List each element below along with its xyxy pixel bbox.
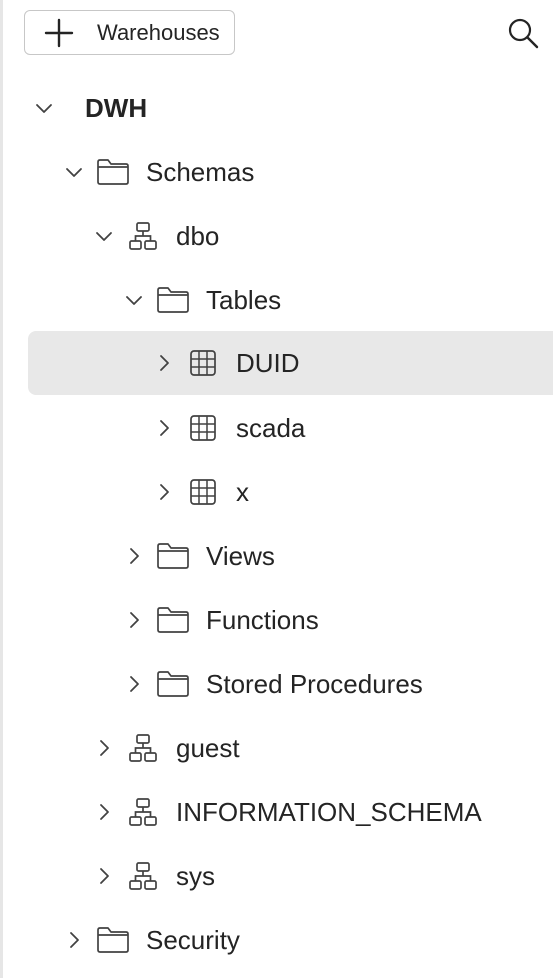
tree-item-schema-guest[interactable]: guest xyxy=(28,716,553,780)
schema-icon xyxy=(126,731,160,765)
tree-item-label: Security xyxy=(146,925,240,955)
tree-item-schemas[interactable]: Schemas xyxy=(28,140,553,204)
tree-item-label: scada xyxy=(236,413,306,443)
tree-item-label: Tables xyxy=(206,285,282,315)
chevron-down-icon[interactable] xyxy=(124,290,144,310)
chevron-right-icon[interactable] xyxy=(124,674,144,694)
folder-icon xyxy=(96,923,130,957)
add-warehouses-label: Warehouses xyxy=(97,19,220,45)
tree-item-label: INFORMATION_SCHEMA xyxy=(176,797,482,827)
object-explorer-panel: Warehouses DWH Schemas dbo Tables DUID s… xyxy=(0,0,553,978)
tree-item-table-duid[interactable]: DUID xyxy=(28,331,553,395)
table-icon xyxy=(186,411,220,445)
tree-item-label: x xyxy=(236,477,249,507)
tree-item-label: DUID xyxy=(236,348,300,378)
chevron-right-icon[interactable] xyxy=(94,738,114,758)
chevron-right-icon[interactable] xyxy=(94,802,114,822)
tree-item-schema-sys[interactable]: sys xyxy=(28,844,553,908)
chevron-down-icon[interactable] xyxy=(64,162,84,182)
tree-item-label: sys xyxy=(176,861,215,891)
folder-icon xyxy=(156,603,190,637)
folder-icon xyxy=(156,539,190,573)
tree-item-label: DWH xyxy=(85,93,148,123)
schema-icon xyxy=(126,795,160,829)
tree-item-schema-dbo[interactable]: dbo xyxy=(28,204,553,268)
tree-item-tables[interactable]: Tables xyxy=(28,268,553,332)
table-icon xyxy=(186,346,220,380)
tree-item-label: Stored Procedures xyxy=(206,669,423,699)
tree-item-table-scada[interactable]: scada xyxy=(28,396,553,460)
tree-item-label: Views xyxy=(206,541,275,571)
schema-icon xyxy=(126,859,160,893)
chevron-right-icon[interactable] xyxy=(124,610,144,630)
chevron-right-icon[interactable] xyxy=(124,546,144,566)
tree-item-stored-procedures[interactable]: Stored Procedures xyxy=(28,652,553,716)
folder-icon xyxy=(156,667,190,701)
chevron-right-icon[interactable] xyxy=(154,482,174,502)
add-warehouses-button[interactable]: Warehouses xyxy=(24,10,235,55)
tree-item-label: dbo xyxy=(176,221,220,251)
tree-item-label: Functions xyxy=(206,605,319,635)
table-icon xyxy=(186,475,220,509)
tree-item-dwh[interactable]: DWH xyxy=(28,76,553,140)
tree-item-label: guest xyxy=(176,733,240,763)
plus-icon xyxy=(43,17,75,49)
chevron-right-icon[interactable] xyxy=(154,418,174,438)
tree-item-security[interactable]: Security xyxy=(28,908,553,972)
chevron-down-icon[interactable] xyxy=(34,98,54,118)
tree-item-schema-information-schema[interactable]: INFORMATION_SCHEMA xyxy=(28,780,553,844)
chevron-right-icon[interactable] xyxy=(154,353,174,373)
folder-icon xyxy=(96,155,130,189)
tree-item-table-x[interactable]: x xyxy=(28,460,553,524)
chevron-right-icon[interactable] xyxy=(94,866,114,886)
tree-item-functions[interactable]: Functions xyxy=(28,588,553,652)
panel-left-border xyxy=(0,0,3,978)
tree-item-views[interactable]: Views xyxy=(28,524,553,588)
search-icon[interactable] xyxy=(506,16,540,50)
tree-item-label: Schemas xyxy=(146,157,255,187)
schema-icon xyxy=(126,219,160,253)
folder-icon xyxy=(156,283,190,317)
chevron-down-icon[interactable] xyxy=(94,226,114,246)
chevron-right-icon[interactable] xyxy=(64,930,84,950)
